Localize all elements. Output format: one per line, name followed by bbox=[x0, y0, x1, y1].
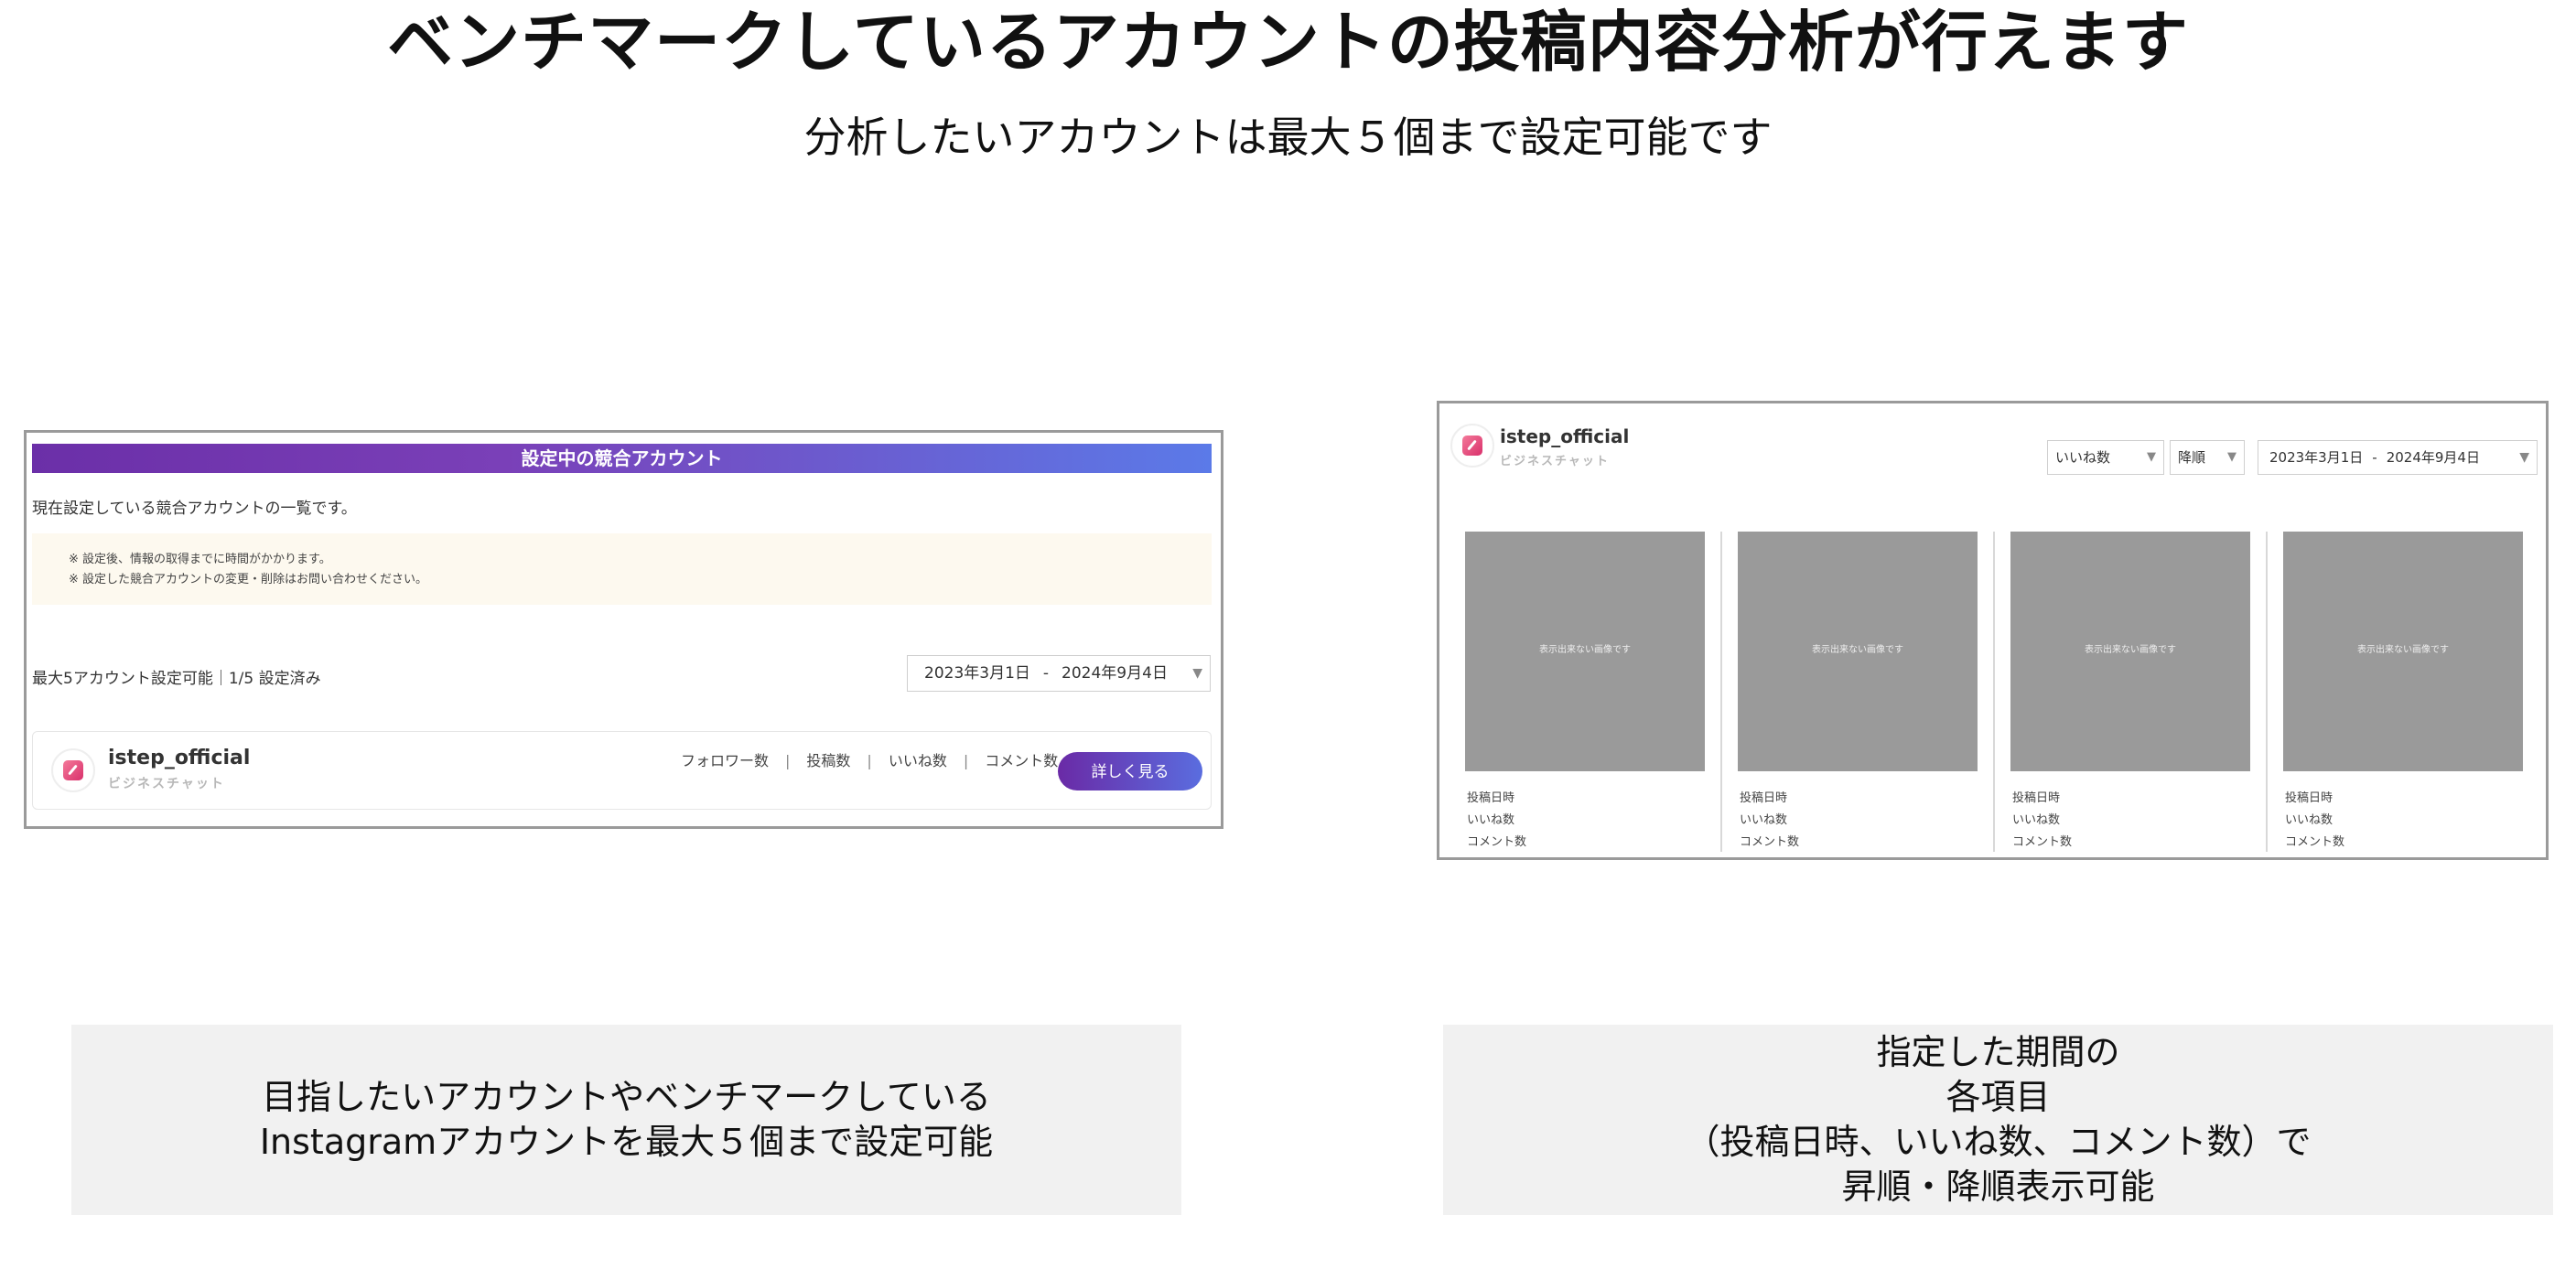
post-likes-label: いいね数 bbox=[2012, 813, 2061, 827]
post-image-placeholder: 表示出来ない画像です bbox=[2010, 532, 2250, 771]
post-comments-label: コメント数 bbox=[1740, 835, 1800, 849]
caption-line: Instagramアカウントを最大５個まで設定可能 bbox=[259, 1122, 994, 1162]
post-comments-label: コメント数 bbox=[2012, 835, 2073, 849]
chevron-down-icon: ▼ bbox=[2227, 450, 2236, 464]
page-subtitle: 分析したいアカウントは最大５個まで設定可能です bbox=[803, 113, 1773, 162]
account-name: istep_official bbox=[1500, 425, 1630, 447]
date-separator: - bbox=[2372, 449, 2377, 466]
post-date-label: 投稿日時 bbox=[1467, 791, 1515, 805]
post-divider bbox=[1993, 532, 1995, 852]
sort-field-value: いいね数 bbox=[2055, 449, 2111, 466]
caption-line: 目指したいアカウントやベンチマークしている bbox=[262, 1077, 991, 1117]
date-end: 2024年9月4日 bbox=[2386, 449, 2480, 466]
account-stats: フォロワー数 | 投稿数 | いいね数 | コメント数 bbox=[681, 748, 1058, 770]
post-divider bbox=[1720, 532, 1722, 852]
brand-logo-icon bbox=[63, 760, 83, 780]
post-image-placeholder: 表示出来ない画像です bbox=[2283, 532, 2523, 771]
caption-line: 指定した期間の bbox=[1876, 1032, 2120, 1072]
date-range-picker[interactable]: 2023年3月1日 -2024年9月4日 ▼ bbox=[2258, 440, 2538, 475]
account-count: 最大5アカウント設定可能｜1/5 設定済み bbox=[32, 670, 321, 688]
placeholder-text: 表示出来ない画像です bbox=[1812, 645, 1903, 655]
caption-line: 昇順・降順表示可能 bbox=[1841, 1167, 2155, 1207]
placeholder-text: 表示出来ない画像です bbox=[2357, 645, 2449, 655]
caption-line: 各項目 bbox=[1945, 1077, 2051, 1117]
post-comments-label: コメント数 bbox=[1467, 835, 1527, 849]
panel-header: 設定中の競合アカウント bbox=[32, 444, 1212, 473]
notice-box: ※ 設定後、情報の取得までに時間がかかります。 ※ 設定した競合アカウントの変更… bbox=[32, 533, 1212, 605]
stat-separator: | bbox=[867, 752, 872, 769]
post-image-placeholder: 表示出来ない画像です bbox=[1465, 532, 1705, 771]
post-card[interactable]: 表示出来ない画像です 投稿日時 いいね数 コメント数 bbox=[2283, 532, 2523, 854]
post-analysis-panel: istep_official ビジネスチャット いいね数 ▼ 降順 ▼ 2023… bbox=[1437, 401, 2549, 860]
account-row: istep_official ビジネスチャット フォロワー数 | 投稿数 | いいね数 |… bbox=[32, 731, 1212, 810]
account-subtitle: ビジネスチャット bbox=[1500, 455, 1610, 468]
date-separator: - bbox=[1042, 664, 1050, 683]
date-range-picker[interactable]: 2023年3月1日 -2024年9月4日 ▼ bbox=[907, 655, 1211, 692]
post-likes-label: いいね数 bbox=[1467, 813, 1515, 827]
date-start: 2023年3月1日 bbox=[2269, 449, 2364, 466]
stat-comments: コメント数 bbox=[985, 752, 1059, 769]
stat-separator: | bbox=[785, 752, 791, 769]
avatar bbox=[51, 748, 95, 792]
avatar bbox=[1450, 424, 1494, 468]
caption-line: （投稿日時、いいね数、コメント数）で bbox=[1685, 1122, 2312, 1162]
caption-left: 目指したいアカウントやベンチマークしている Instagramアカウントを最大５… bbox=[71, 1025, 1181, 1215]
account-subtitle: ビジネスチャット bbox=[108, 777, 225, 791]
page-title: ベンチマークしているアカウントの投稿内容分析が行えます bbox=[387, 4, 2189, 81]
notice-line: ※ 設定した競合アカウントの変更・削除はお問い合わせください。 bbox=[69, 573, 428, 586]
stat-followers: フォロワー数 bbox=[681, 752, 770, 769]
post-date-label: 投稿日時 bbox=[1740, 791, 1788, 805]
stat-posts: 投稿数 bbox=[806, 752, 851, 769]
post-card[interactable]: 表示出来ない画像です 投稿日時 いいね数 コメント数 bbox=[2010, 532, 2250, 854]
post-comments-label: コメント数 bbox=[2285, 835, 2345, 849]
stat-separator: | bbox=[963, 752, 969, 769]
brand-logo-icon bbox=[1462, 436, 1482, 456]
competitor-accounts-panel: 設定中の競合アカウント 現在設定している競合アカウントの一覧です。 ※ 設定後、… bbox=[24, 430, 1223, 829]
post-date-label: 投稿日時 bbox=[2285, 791, 2333, 805]
sort-field-select[interactable]: いいね数 ▼ bbox=[2047, 440, 2164, 475]
notice-line: ※ 設定後、情報の取得までに時間がかかります。 bbox=[69, 553, 331, 566]
stat-likes: いいね数 bbox=[888, 752, 947, 769]
post-image-placeholder: 表示出来ない画像です bbox=[1738, 532, 1978, 771]
date-end: 2024年9月4日 bbox=[1062, 664, 1168, 683]
panel-description: 現在設定している競合アカウントの一覧です。 bbox=[32, 500, 357, 518]
date-start: 2023年3月1日 bbox=[924, 664, 1030, 683]
sort-order-value: 降順 bbox=[2178, 449, 2206, 466]
post-likes-label: いいね数 bbox=[1740, 813, 1788, 827]
chevron-down-icon: ▼ bbox=[2147, 450, 2156, 464]
post-divider bbox=[2266, 532, 2268, 852]
chevron-down-icon: ▼ bbox=[2519, 450, 2529, 465]
caption-right: 指定した期間の 各項目 （投稿日時、いいね数、コメント数）で 昇順・降順表示可能 bbox=[1443, 1025, 2553, 1215]
chevron-down-icon: ▼ bbox=[1192, 666, 1202, 681]
post-card[interactable]: 表示出来ない画像です 投稿日時 いいね数 コメント数 bbox=[1738, 532, 1978, 854]
account-name: istep_official bbox=[108, 747, 251, 769]
post-date-label: 投稿日時 bbox=[2012, 791, 2061, 805]
placeholder-text: 表示出来ない画像です bbox=[1539, 645, 1631, 655]
view-details-button[interactable]: 詳しく見る bbox=[1058, 752, 1202, 790]
placeholder-text: 表示出来ない画像です bbox=[2085, 645, 2176, 655]
sort-order-select[interactable]: 降順 ▼ bbox=[2170, 440, 2245, 475]
post-card[interactable]: 表示出来ない画像です 投稿日時 いいね数 コメント数 bbox=[1465, 532, 1705, 854]
post-likes-label: いいね数 bbox=[2285, 813, 2333, 827]
